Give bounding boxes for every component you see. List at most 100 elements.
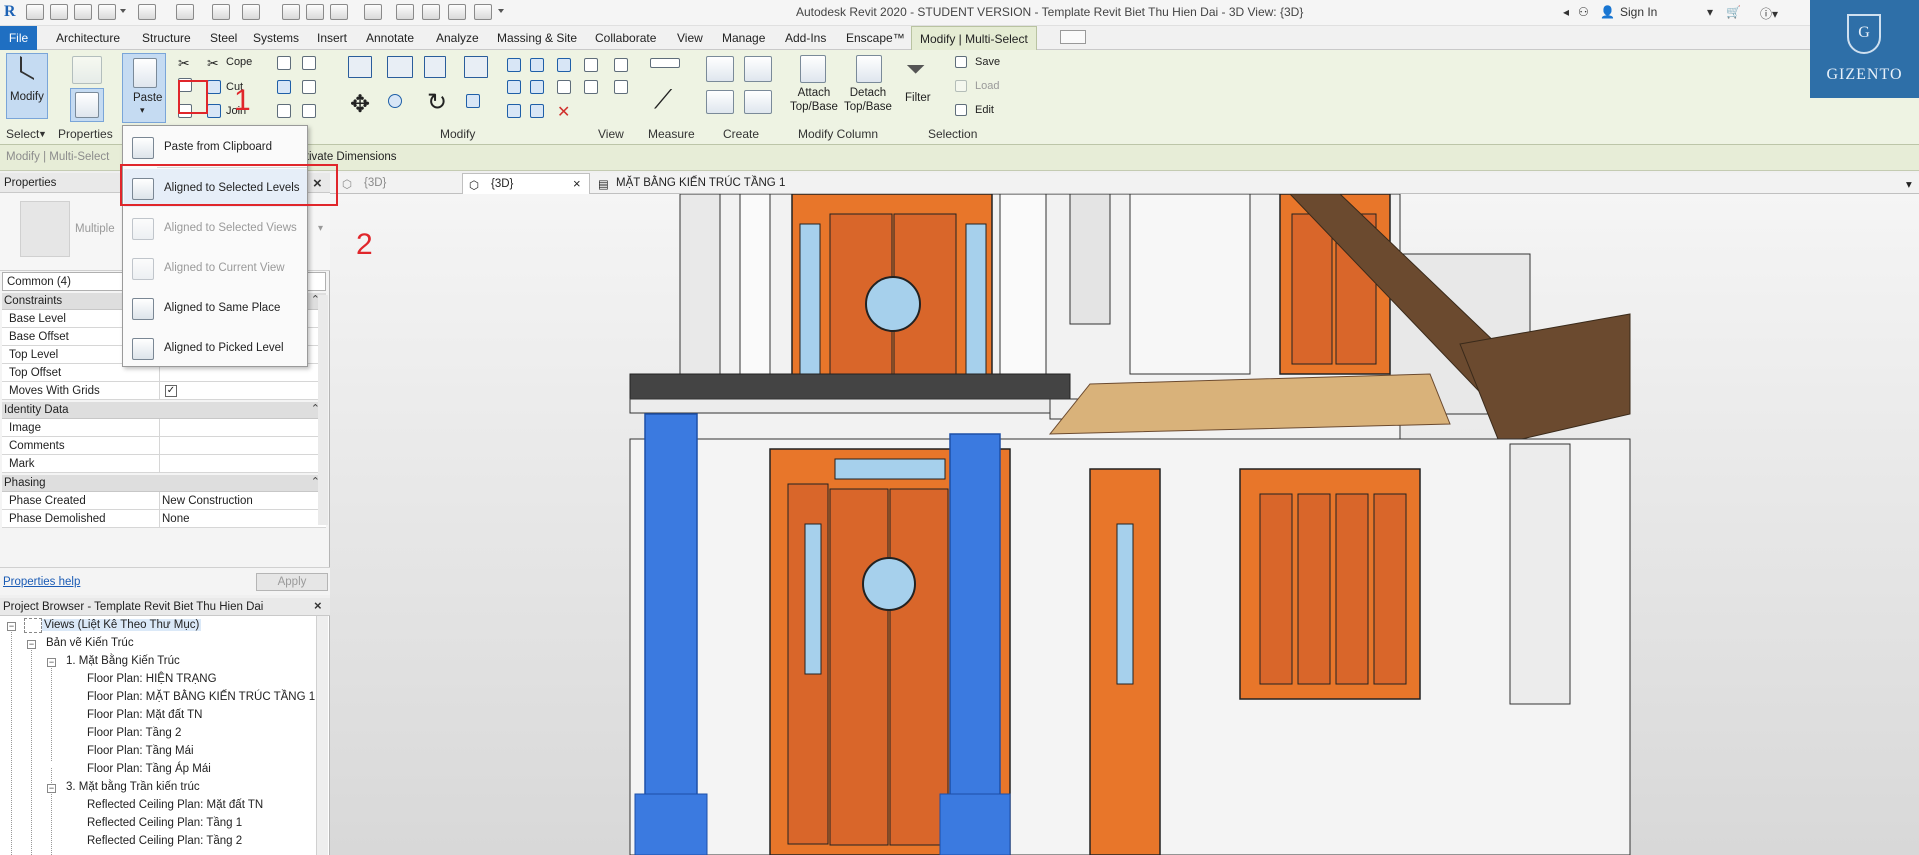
create-similar-icon[interactable] [744,90,772,114]
create-parts-icon[interactable] [744,56,772,82]
tab-list-icon[interactable]: ▾ [1906,173,1918,194]
offset-icon[interactable] [387,56,413,78]
collapse-toggle[interactable]: − [47,784,56,793]
property-row[interactable]: Phase Demolished None [2,510,326,528]
edit-selection-icon[interactable] [955,104,967,116]
new-file-icon[interactable] [26,4,44,20]
panel-select[interactable]: Select [6,127,39,141]
cope-icon[interactable]: ✂ [207,55,219,72]
pick-icon[interactable] [302,104,316,118]
load-selection-button[interactable]: Load [975,80,999,92]
tab-add-ins[interactable]: Add-Ins [785,31,826,45]
sync-icon[interactable] [98,4,116,20]
tree-item-mat-bang-tran[interactable]: 3. Mặt bằng Trần kiến trúc [66,781,200,793]
help-icon[interactable]: ⓘ▾ [1760,5,1778,22]
tree-item-floor-plan[interactable]: Floor Plan: Mặt đất TN [87,709,202,721]
menu-item-aligned-to-current-view[interactable]: Aligned to Current View [124,249,307,287]
close-hidden-icon[interactable] [474,4,492,20]
mirror-draw-icon[interactable] [464,56,488,78]
thin-lines-icon[interactable] [422,4,440,20]
property-row[interactable]: Phase Created New Construction [2,492,326,510]
paint-brush-icon[interactable] [614,80,628,94]
3d-viewport[interactable] [330,194,1919,855]
delete-icon[interactable]: ✕ [557,102,570,122]
undo-icon[interactable] [138,4,156,20]
property-row[interactable]: Image [2,419,326,437]
close-icon[interactable]: × [314,598,322,613]
demolish-icon[interactable] [302,56,316,70]
open-folder-icon[interactable] [50,4,68,20]
tree-item-floor-plan[interactable]: Floor Plan: Tầng Áp Mái [87,763,211,775]
join-geometry-icon[interactable] [207,104,221,118]
chevron-down-icon[interactable]: ▾ [1707,5,1713,19]
rotate-icon[interactable]: ↻ [427,88,447,117]
trim-extend-icon[interactable] [466,94,480,108]
redo-icon[interactable] [176,4,194,20]
property-row[interactable]: Moves With Grids ✓ [2,382,326,400]
wall-joins-icon[interactable] [277,56,291,70]
linework-icon[interactable] [584,80,598,94]
chevron-down-icon[interactable] [498,9,504,13]
apply-button[interactable]: Apply [256,573,328,591]
tree-item-ban-ve-kien-truc[interactable]: Bản vẽ Kiến Trúc [46,637,134,649]
collapse-toggle[interactable]: − [27,640,36,649]
tag-icon[interactable] [306,4,324,20]
chevron-down-icon[interactable] [120,9,126,13]
info-center-icon[interactable]: ◂ [1563,5,1569,19]
trim-single-icon[interactable] [507,104,521,118]
close-icon[interactable]: × [573,176,581,191]
collapse-toggle[interactable]: − [47,658,56,667]
browser-scrollbar[interactable] [316,616,328,855]
save-selection-button[interactable]: Save [975,56,1000,68]
detach-top-base-icon[interactable] [856,55,882,83]
tree-item-floor-plan[interactable]: Floor Plan: Tầng 2 [87,727,181,739]
save-selection-icon[interactable] [955,56,967,68]
filter-icon[interactable]: ⏷ [906,56,925,84]
chevron-down-icon[interactable]: ▾ [318,223,323,234]
trim-multiple-icon[interactable] [530,104,544,118]
property-row[interactable]: Mark [2,455,326,473]
group-identity-data[interactable]: Identity Data ⌃ [2,402,326,419]
split-gap-icon[interactable] [530,58,544,72]
pin-icon[interactable] [557,58,571,72]
text-icon[interactable] [330,4,348,20]
property-row[interactable]: Comments [2,437,326,455]
align-icon[interactable] [348,56,372,78]
tab-annotate[interactable]: Annotate [366,31,414,45]
tab-insert[interactable]: Insert [317,31,347,45]
tree-item-floor-plan[interactable]: Floor Plan: MẶT BẰNG KIẾN TRÚC TẦNG 1 [87,691,315,703]
moves-with-grids-checkbox[interactable]: ✓ [165,385,177,397]
cut-geometry-icon[interactable] [207,80,221,94]
binoculars-icon[interactable]: ⚇ [1578,5,1589,19]
detach-top-base-button[interactable]: Detach Top/Base [844,86,892,114]
tab-view[interactable]: View [677,31,703,45]
measure-between-icon[interactable] [650,58,680,68]
view-tab-3d-active[interactable]: ⬡ {3D} × [462,173,590,194]
view-tab-floor-plan[interactable]: ▤ MẶT BẰNG KIẾN TRÚC TẦNG 1 [592,173,812,194]
default-3d-view-icon[interactable] [364,4,382,20]
tab-analyze[interactable]: Analyze [436,31,479,45]
activate-dimensions-button[interactable]: ctivate Dimensions [300,151,397,163]
menu-item-paste-from-clipboard[interactable]: Paste from Clipboard [124,128,307,166]
create-group-icon[interactable] [706,90,734,114]
collapse-toggle[interactable]: − [7,622,16,631]
aligned-dimension-icon[interactable] [282,4,300,20]
load-selection-icon[interactable] [955,80,967,92]
tab-manage[interactable]: Manage [722,31,765,45]
view-tab-3d-inactive[interactable]: ⬡ {3D} [336,173,456,194]
ribbon-options-icon[interactable] [1060,30,1086,44]
unpin-icon[interactable] [557,80,571,94]
sign-in-link[interactable]: Sign In [1620,5,1657,19]
print-icon[interactable] [212,4,230,20]
paint-icon[interactable] [302,80,316,94]
edit-selection-button[interactable]: Edit [975,104,994,116]
tab-enscape[interactable]: Enscape™ [846,31,905,45]
save-icon[interactable] [74,4,92,20]
scale-icon[interactable] [530,80,544,94]
type-properties-icon[interactable] [72,56,102,84]
chevron-down-icon[interactable]: ▼ [38,129,47,139]
switch-windows-icon[interactable] [448,4,466,20]
tab-file[interactable]: File [0,26,37,50]
override-graphics-icon[interactable] [614,58,628,72]
property-value[interactable]: New Construction [162,495,253,507]
